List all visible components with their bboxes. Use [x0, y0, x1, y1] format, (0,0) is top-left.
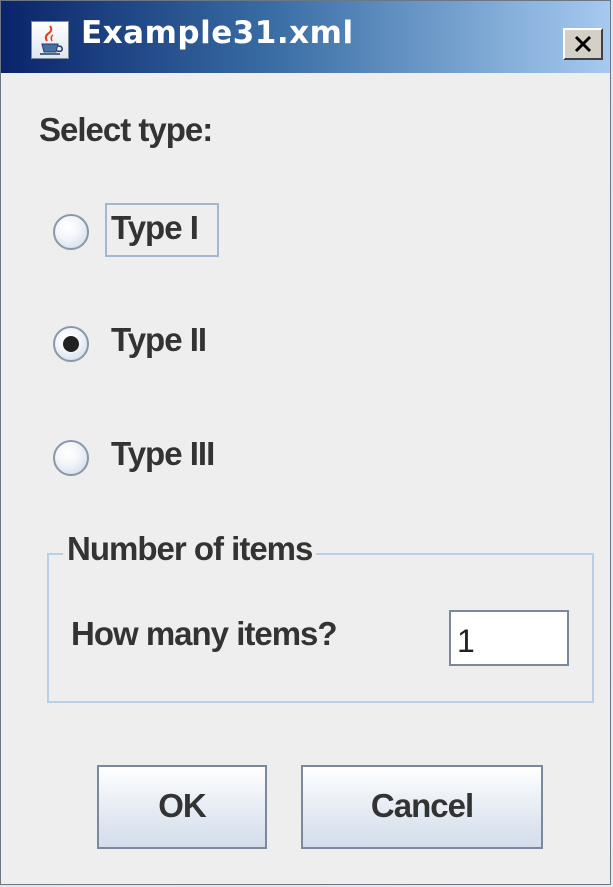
dialog-window: Example31.xml Select type: Type I Type I… — [0, 0, 611, 885]
window-title: Example31.xml — [81, 15, 354, 51]
select-type-label: Select type: — [39, 111, 213, 148]
close-button[interactable] — [563, 28, 603, 60]
radio-button-type-i[interactable] — [53, 214, 89, 250]
java-cup-icon — [31, 21, 69, 59]
radio-label-type-iii: Type III — [111, 435, 215, 472]
radio-selected-dot — [63, 336, 79, 352]
ok-button[interactable]: OK — [97, 765, 267, 849]
items-count-input[interactable] — [449, 610, 569, 666]
ok-button-label: OK — [158, 787, 207, 824]
radio-button-type-iii[interactable] — [53, 440, 89, 476]
dialog-content: Select type: Type I Type II Type III Num… — [1, 73, 610, 884]
group-title: Number of items — [63, 530, 317, 568]
number-of-items-group: Number of items How many items? — [47, 530, 594, 703]
title-bar[interactable]: Example31.xml — [1, 1, 610, 73]
cancel-button[interactable]: Cancel — [301, 765, 543, 849]
radio-button-type-ii[interactable] — [53, 326, 89, 362]
cancel-button-label: Cancel — [370, 787, 474, 824]
items-count-label: How many items? — [71, 615, 338, 652]
radio-label-type-ii: Type II — [111, 321, 207, 358]
close-icon — [574, 35, 592, 53]
radio-label-type-i: Type I — [111, 209, 199, 246]
